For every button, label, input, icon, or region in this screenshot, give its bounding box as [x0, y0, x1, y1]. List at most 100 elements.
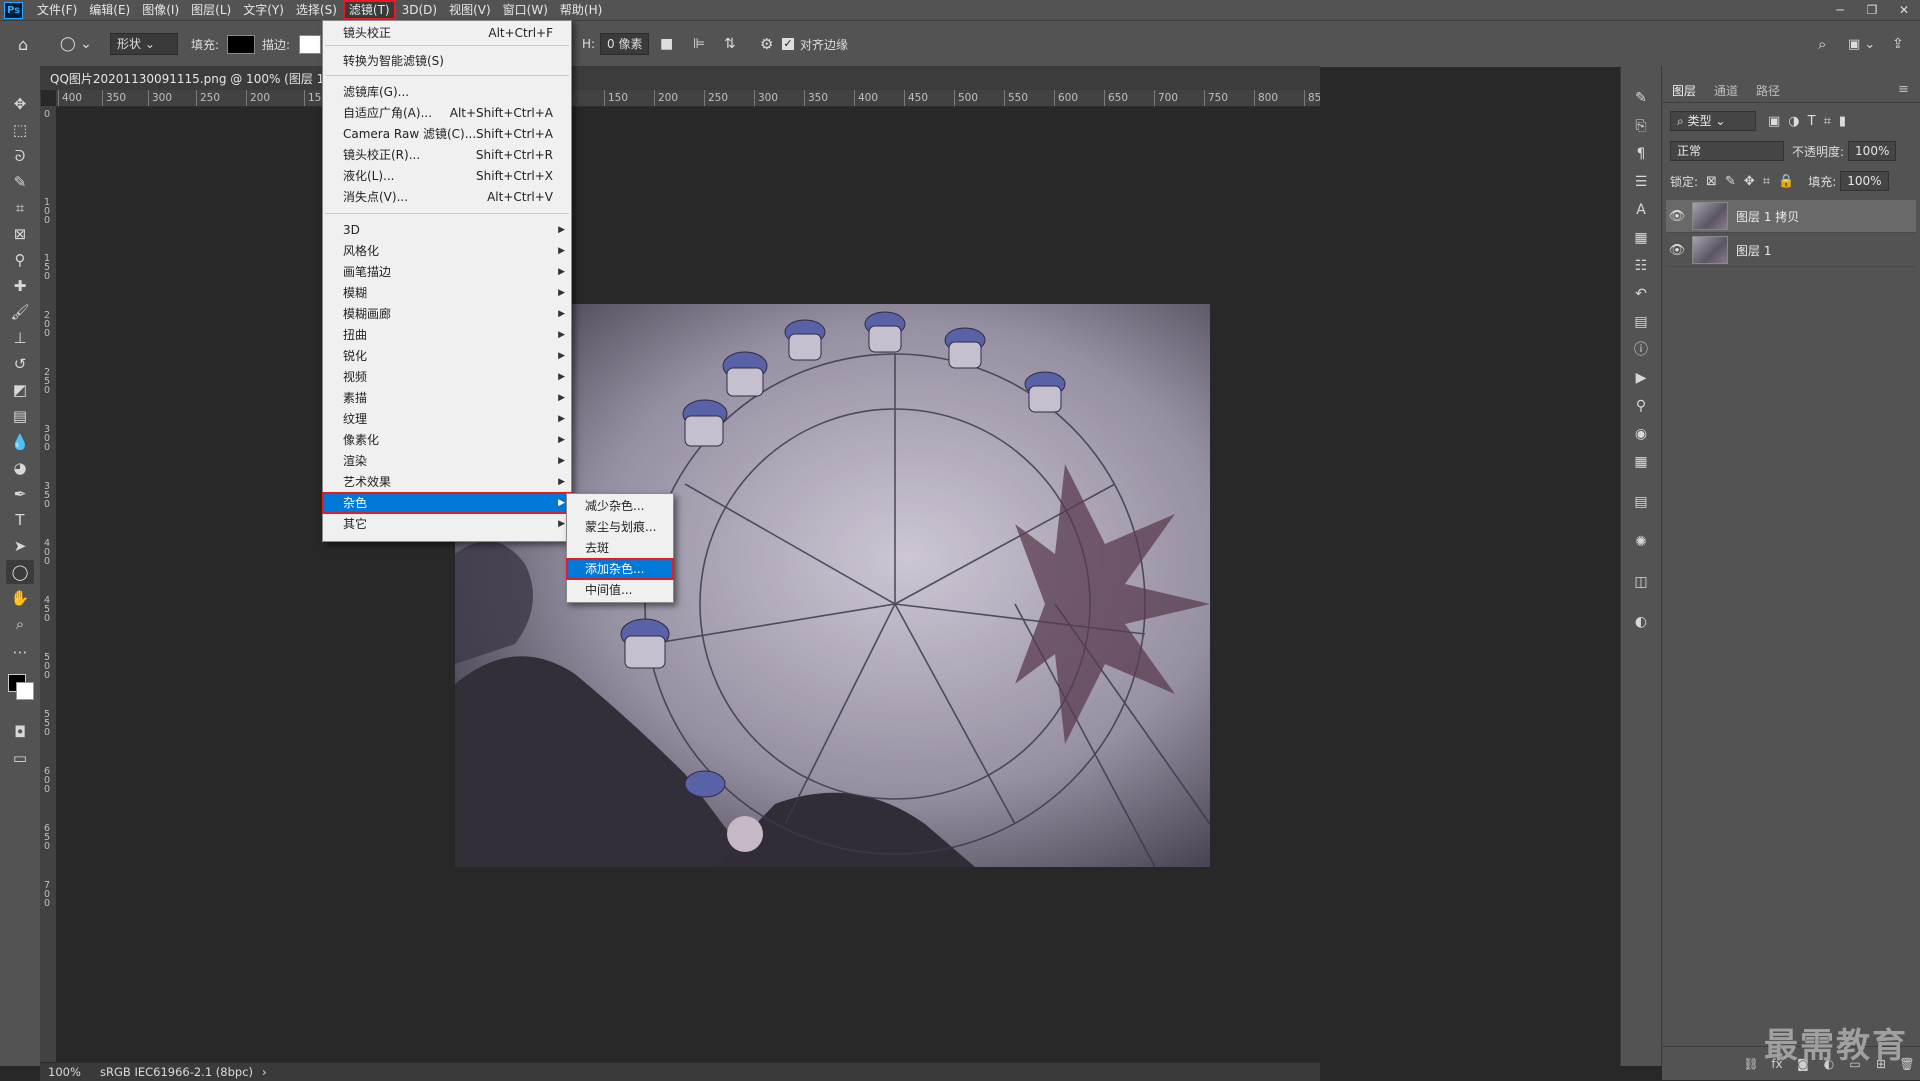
marquee-tool-icon[interactable]: ⬚	[6, 118, 34, 142]
ellipse-tool-icon[interactable]: ◯	[6, 560, 34, 584]
workspace-icon[interactable]: ▣ ⌄	[1848, 21, 1875, 67]
menu-item-dust-scratches[interactable]: 蒙尘与划痕...	[567, 517, 673, 537]
menu-image[interactable]: 图像(I)	[136, 0, 185, 20]
menu-item-sharpen[interactable]: 锐化 ▶	[323, 346, 571, 366]
menu-item-artistic[interactable]: 艺术效果 ▶	[323, 472, 571, 492]
menu-item-blur-gallery[interactable]: 模糊画廊 ▶	[323, 304, 571, 324]
menu-item-reduce-noise[interactable]: 减少杂色...	[567, 496, 673, 516]
restore-icon[interactable]: ❐	[1856, 0, 1888, 20]
clone-source-icon[interactable]: ⎘	[1631, 116, 1651, 136]
pen-tool-icon[interactable]: ✒	[6, 482, 34, 506]
dodge-tool-icon[interactable]: ◕	[6, 456, 34, 480]
menu-item-despeckle[interactable]: 去斑	[567, 538, 673, 558]
search-icon[interactable]: ⌕	[1818, 21, 1826, 67]
menu-view[interactable]: 视图(V)	[443, 0, 497, 20]
quick-select-tool-icon[interactable]: ✎	[6, 170, 34, 194]
brush-settings-icon[interactable]: ✎	[1631, 88, 1651, 108]
close-icon[interactable]: ✕	[1888, 0, 1920, 20]
menu-item-add-noise[interactable]: 添加杂色...	[566, 558, 674, 580]
menu-item-brush-strokes[interactable]: 画笔描边 ▶	[323, 262, 571, 282]
glyphs-icon[interactable]: ✺	[1631, 532, 1651, 552]
frame-tool-icon[interactable]: ⊠	[6, 222, 34, 246]
height-input[interactable]: 0 像素	[600, 21, 650, 67]
fill-swatch[interactable]	[227, 21, 255, 67]
path-selection-tool-icon[interactable]: ➤	[6, 534, 34, 558]
paths-icon[interactable]: ⚲	[1631, 396, 1651, 416]
menu-item-texture[interactable]: 纹理 ▶	[323, 409, 571, 429]
menu-item-sketch[interactable]: 素描 ▶	[323, 388, 571, 408]
lock-icons[interactable]: ⊠✎✥⌗🔒	[1706, 174, 1802, 189]
layer-filter-select[interactable]: ⌕ 类型 ⌄	[1670, 111, 1756, 131]
character-icon[interactable]: A	[1631, 200, 1651, 220]
color-icon[interactable]: ◉	[1631, 424, 1651, 444]
home-icon[interactable]: ⌂	[18, 21, 28, 67]
zoom-tool-icon[interactable]: ⌕	[6, 612, 34, 636]
eraser-tool-icon[interactable]: ◩	[6, 378, 34, 402]
fill-input[interactable]: 100%	[1840, 171, 1889, 191]
crop-tool-icon[interactable]: ⌗	[6, 196, 34, 220]
tab-layers[interactable]: 图层	[1672, 82, 1696, 99]
menu-item-render[interactable]: 渲染 ▶	[323, 451, 571, 471]
menu-layer[interactable]: 图层(L)	[185, 0, 237, 20]
menu-item-vanishing-point[interactable]: 消失点(V)... Alt+Ctrl+V	[323, 187, 571, 207]
visibility-eye-icon[interactable]: 👁	[1666, 209, 1688, 224]
opacity-input[interactable]: 100%	[1848, 141, 1897, 161]
menu-item-camera-raw[interactable]: Camera Raw 滤镜(C)... Shift+Ctrl+A	[323, 124, 571, 144]
hand-tool-icon[interactable]: ✋	[6, 586, 34, 610]
artboard-icon[interactable]: ◫	[1631, 572, 1651, 592]
menu-type[interactable]: 文字(Y)	[237, 0, 290, 20]
zoom-level[interactable]: 100%	[48, 1065, 81, 1079]
menu-item-liquify[interactable]: 液化(L)... Shift+Ctrl+X	[323, 166, 571, 186]
clone-stamp-tool-icon[interactable]: ⊥	[6, 326, 34, 350]
path-arrangement-icon[interactable]: ⇅	[724, 21, 736, 67]
eyedropper-tool-icon[interactable]: ⚲	[6, 248, 34, 272]
minimize-icon[interactable]: ─	[1824, 0, 1856, 20]
healing-brush-tool-icon[interactable]: ✚	[6, 274, 34, 298]
document-tab[interactable]: QQ图片20201130091115.png @ 100% (图层 1 拷	[40, 66, 1320, 91]
blend-mode-select[interactable]: 正常	[1670, 141, 1784, 161]
tab-paths[interactable]: 路径	[1756, 82, 1780, 99]
libraries-icon[interactable]: ▦	[1631, 228, 1651, 248]
styles-icon[interactable]: ◐	[1631, 612, 1651, 632]
layer-row[interactable]: 👁 图层 1 拷贝	[1666, 200, 1916, 233]
gradient-tool-icon[interactable]: ▤	[6, 404, 34, 428]
menu-filter[interactable]: 滤镜(T)	[342, 0, 396, 20]
lasso-tool-icon[interactable]: ᘐ	[6, 144, 34, 168]
quick-mask-icon[interactable]: ◘	[6, 720, 34, 744]
menu-item-other[interactable]: 其它 ▶	[323, 514, 571, 534]
history-icon[interactable]: ↶	[1631, 284, 1651, 304]
gear-icon[interactable]: ⚙	[760, 21, 773, 67]
menu-item-last-filter[interactable]: 镜头校正 Alt+Ctrl+F	[323, 23, 571, 43]
layer-row[interactable]: 👁 图层 1	[1666, 234, 1916, 267]
actions-icon[interactable]: ▶	[1631, 368, 1651, 388]
color-swatches[interactable]	[6, 668, 34, 708]
properties-icon[interactable]: ☷	[1631, 256, 1651, 276]
visibility-eye-icon[interactable]: 👁	[1666, 243, 1688, 258]
history-brush-tool-icon[interactable]: ↺	[6, 352, 34, 376]
path-alignment-icon[interactable]: ⊫	[693, 21, 705, 67]
menu-help[interactable]: 帮助(H)	[554, 0, 608, 20]
menu-file[interactable]: 文件(F)	[31, 0, 83, 20]
shape-mode-select[interactable]: 形状 ⌄	[110, 21, 178, 67]
menu-item-stylize[interactable]: 风格化 ▶	[323, 241, 571, 261]
ellipse-tool-preset-icon[interactable]: ◯ ⌄	[60, 21, 92, 67]
layer-name[interactable]: 图层 1 拷贝	[1736, 208, 1799, 225]
link-layers-icon[interactable]: ⛓	[1738, 1057, 1764, 1071]
menu-select[interactable]: 选择(S)	[290, 0, 343, 20]
menu-item-lens-correction[interactable]: 镜头校正(R)... Shift+Ctrl+R	[323, 145, 571, 165]
blur-tool-icon[interactable]: 💧	[6, 430, 34, 454]
menu-window[interactable]: 窗口(W)	[497, 0, 554, 20]
paragraph-icon[interactable]: ¶	[1631, 144, 1651, 164]
path-operations-icon[interactable]: ■	[660, 21, 673, 67]
adjustments-icon[interactable]: ☰	[1631, 172, 1651, 192]
stroke-swatch[interactable]	[299, 21, 321, 67]
menu-item-distort[interactable]: 扭曲 ▶	[323, 325, 571, 345]
menu-item-adaptive-wide-angle[interactable]: 自适应广角(A)... Alt+Shift+Ctrl+A	[323, 103, 571, 123]
type-tool-icon[interactable]: T	[6, 508, 34, 532]
menu-item-video[interactable]: 视频 ▶	[323, 367, 571, 387]
menu-item-pixelate[interactable]: 像素化 ▶	[323, 430, 571, 450]
menu-item-median[interactable]: 中间值...	[567, 580, 673, 600]
layer-name[interactable]: 图层 1	[1736, 242, 1771, 259]
brush-tool-icon[interactable]: 🖌	[6, 300, 34, 324]
menu-item-blur[interactable]: 模糊 ▶	[323, 283, 571, 303]
